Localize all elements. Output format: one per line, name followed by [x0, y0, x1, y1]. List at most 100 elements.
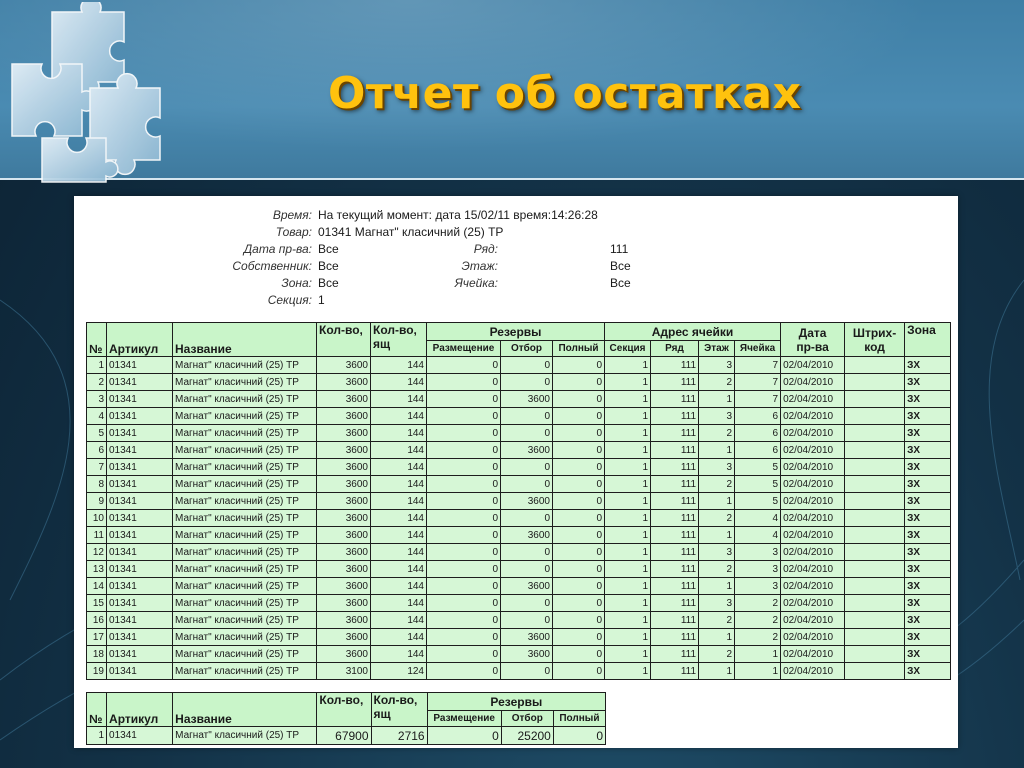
table-row: 12 01341 Магнат" класичний (25) ТР 3600 144 0…: [86, 543, 952, 561]
cell-barcode: [844, 560, 906, 578]
col-header-boxes-line1: Кол-во,: [373, 323, 417, 338]
cell-placement: 0: [426, 662, 501, 680]
cell-floor: 1: [698, 492, 736, 510]
cell-article: 01341: [106, 611, 173, 629]
table-row: 4 01341 Магнат" класичний (25) ТР 3600 144 0 0…: [86, 407, 952, 425]
cell-row: 111: [650, 390, 700, 408]
cell-row: 111: [650, 645, 700, 663]
cell-date: 02/04/2010: [780, 356, 846, 374]
cell-cell: 3: [734, 560, 782, 578]
cell-article: 01341: [106, 441, 173, 459]
totals-cell-placement: 0: [426, 726, 502, 745]
cell-placement: 0: [426, 492, 501, 510]
totals-header-qty: Кол-во,: [316, 692, 372, 727]
totals-header-article: Артикул: [106, 692, 174, 727]
totals-cell-article: 01341: [106, 726, 174, 745]
cell-section: 1: [604, 611, 652, 629]
cell-section: 1: [604, 560, 652, 578]
cell-full: 0: [551, 390, 606, 408]
filter-value-owner: Все: [318, 259, 339, 273]
cell-placement: 0: [426, 441, 501, 459]
totals-cell-picking: 25200: [500, 726, 554, 745]
cell-barcode: [844, 594, 906, 612]
cell-boxes: 144: [370, 645, 427, 663]
cell-barcode: [844, 526, 906, 544]
filter-label-time: Время:: [272, 208, 312, 222]
cell-article: 01341: [106, 577, 173, 595]
table-row: 17 01341 Магнат" класичний (25) ТР 3600 144 0…: [86, 628, 952, 646]
cell-qty: 3600: [316, 594, 371, 612]
cell-zone: ЗХ: [904, 560, 952, 578]
cell-article: 01341: [106, 543, 173, 561]
totals-header-boxes-line1: Кол-во,: [373, 693, 418, 708]
cell-cell: 6: [734, 407, 782, 425]
table-row: 16 01341 Магнат" класичний (25) ТР 3600 144 0…: [86, 611, 952, 629]
cell-placement: 0: [426, 458, 501, 476]
cell-row: 111: [650, 509, 700, 527]
cell-name: Магнат" класичний (25) ТР: [172, 407, 317, 425]
cell-cell: 2: [734, 594, 782, 612]
filter-value-time: На текущий момент: дата 15/02/11 время:1…: [318, 208, 598, 222]
cell-section: 1: [604, 577, 652, 595]
cell-zone: ЗХ: [904, 390, 952, 408]
cell-name: Магнат" класичний (25) ТР: [172, 424, 317, 442]
cell-zone: ЗХ: [904, 492, 952, 510]
cell-floor: 2: [698, 509, 736, 527]
filter-label-floor: Этаж:: [461, 259, 498, 273]
cell-name: Магнат" класичний (25) ТР: [172, 373, 317, 391]
cell-qty: 3600: [316, 628, 371, 646]
totals-header-boxes: Кол-во, ящ: [370, 692, 428, 727]
table-row: 2 01341 Магнат" класичний (25) ТР 3600 144 0 0…: [86, 373, 952, 391]
cell-date: 02/04/2010: [780, 594, 846, 612]
cell-picking: 3600: [500, 577, 553, 595]
cell-barcode: [844, 611, 906, 629]
cell-cell: 3: [734, 543, 782, 561]
totals-cell-boxes: 2716: [370, 726, 428, 745]
cell-qty: 3600: [316, 543, 371, 561]
cell-placement: 0: [426, 628, 501, 646]
cell-article: 01341: [106, 526, 173, 544]
cell-qty: 3600: [316, 492, 371, 510]
cell-cell: 4: [734, 526, 782, 544]
cell-n: 17: [86, 628, 107, 646]
cell-name: Магнат" класичний (25) ТР: [172, 390, 317, 408]
cell-row: 111: [650, 611, 700, 629]
cell-floor: 1: [698, 662, 736, 680]
cell-boxes: 144: [370, 577, 427, 595]
cell-barcode: [844, 458, 906, 476]
cell-section: 1: [604, 492, 652, 510]
filter-label-owner: Собственник:: [232, 259, 312, 273]
cell-zone: ЗХ: [904, 373, 952, 391]
cell-boxes: 144: [370, 441, 427, 459]
cell-qty: 3600: [316, 373, 371, 391]
table-row: 19 01341 Магнат" класичний (25) ТР 3100 124 0…: [86, 662, 952, 680]
col-header-num: №: [86, 322, 107, 357]
page-title: Отчет об остатках: [328, 68, 802, 119]
cell-article: 01341: [106, 475, 173, 493]
cell-date: 02/04/2010: [780, 611, 846, 629]
cell-boxes: 144: [370, 424, 427, 442]
cell-placement: 0: [426, 543, 501, 561]
cell-name: Магнат" класичний (25) ТР: [172, 509, 317, 527]
cell-n: 7: [86, 458, 107, 476]
cell-floor: 2: [698, 373, 736, 391]
totals-header-name: Название: [172, 692, 318, 727]
cell-placement: 0: [426, 560, 501, 578]
cell-picking: 3600: [500, 628, 553, 646]
filter-label-item: Товар:: [275, 225, 312, 239]
cell-row: 111: [650, 594, 700, 612]
col-group-reserves: Резервы: [425, 322, 606, 341]
cell-full: 0: [551, 628, 606, 646]
cell-qty: 3600: [316, 611, 371, 629]
cell-row: 111: [650, 526, 700, 544]
cell-floor: 1: [698, 628, 736, 646]
cell-full: 0: [551, 492, 606, 510]
col-header-barcode: Штрих-код: [844, 322, 906, 357]
cell-floor: 2: [698, 560, 736, 578]
cell-section: 1: [604, 458, 652, 476]
cell-cell: 6: [734, 424, 782, 442]
col-header-row: Ряд: [650, 340, 700, 357]
cell-row: 111: [650, 662, 700, 680]
cell-qty: 3600: [316, 356, 371, 374]
col-header-section: Секция: [604, 340, 652, 357]
